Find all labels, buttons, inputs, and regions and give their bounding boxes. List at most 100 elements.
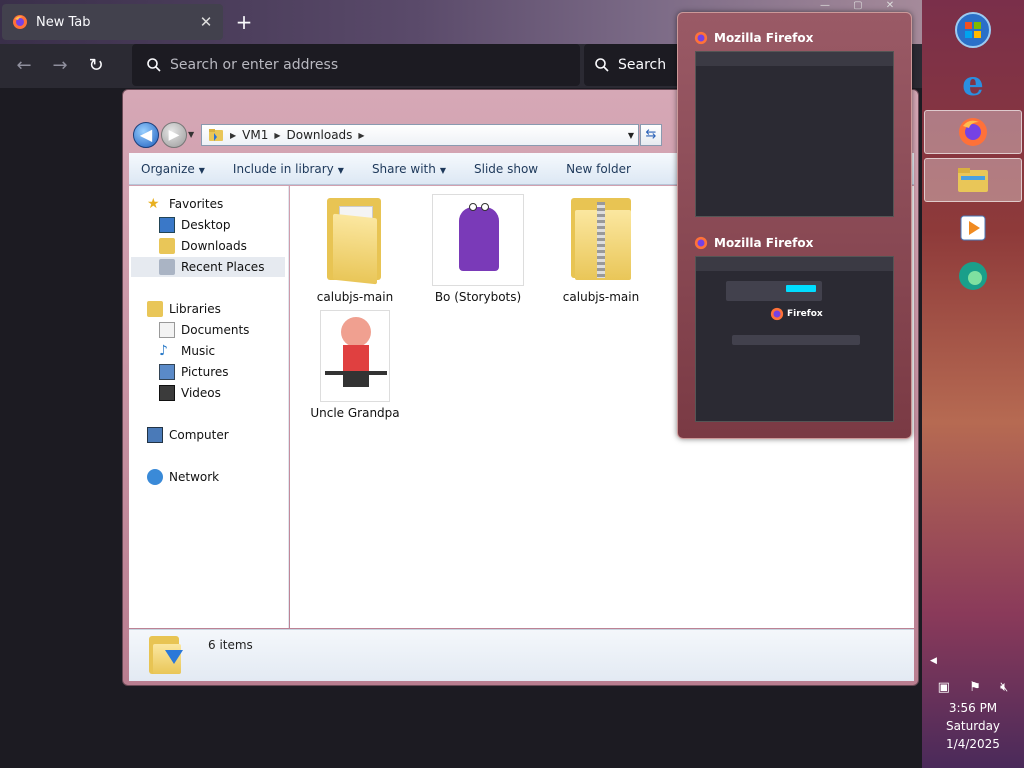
chevron-right-icon[interactable]: ▶	[358, 131, 364, 140]
file-item[interactable]: Uncle Grandpa	[300, 310, 410, 420]
nav-downloads-label: Downloads	[181, 239, 247, 253]
firefox-icon	[694, 236, 708, 250]
nav-network-label: Network	[169, 470, 220, 484]
firefox-brand: Firefox	[770, 307, 823, 321]
image-thumbnail	[320, 310, 390, 402]
navigation-pane: ★ Favorites Desktop Downloads Recent Pla…	[129, 186, 289, 628]
folder-icon	[958, 168, 988, 192]
file-item[interactable]: calubjs-main	[300, 194, 410, 304]
nav-network[interactable]: Network	[147, 467, 219, 487]
zip-folder-icon	[555, 194, 647, 286]
file-name: Bo (Storybots)	[434, 290, 522, 304]
nav-desktop[interactable]: Desktop	[159, 215, 231, 235]
organize-button[interactable]: Organize ▼	[141, 162, 205, 176]
computer-icon	[147, 427, 163, 443]
preview-title-2: Mozilla Firefox	[694, 236, 813, 250]
nav-computer[interactable]: Computer	[147, 425, 229, 445]
clock-day[interactable]: Saturday	[922, 719, 1024, 733]
start-button[interactable]	[924, 8, 1022, 52]
media-player-icon	[960, 215, 986, 241]
chevron-down-icon: ▼	[337, 165, 344, 175]
folder-icon	[209, 129, 223, 141]
network-status-icon[interactable]: ▣	[938, 680, 950, 695]
clock-time[interactable]: 3:56 PM	[922, 701, 1024, 715]
nav-recent-places[interactable]: Recent Places	[131, 257, 285, 277]
windows-orb-icon	[955, 12, 991, 48]
chevron-down-icon[interactable]: ▼	[628, 131, 634, 140]
videos-icon	[159, 385, 175, 401]
forward-button[interactable]: ▶	[161, 122, 187, 148]
chevron-right-icon[interactable]: ▶	[274, 131, 280, 140]
new-tab-button[interactable]: +	[232, 10, 256, 34]
include-in-library-button[interactable]: Include in library ▼	[233, 162, 344, 176]
breadcrumb-vm1[interactable]: VM1	[242, 128, 268, 142]
nav-music[interactable]: ♪ Music	[159, 341, 215, 361]
nav-favorites[interactable]: ★ Favorites	[147, 194, 223, 214]
nav-videos[interactable]: Videos	[159, 383, 221, 403]
recent-pages-icon[interactable]: ▼	[188, 130, 194, 139]
nav-favorites-label: Favorites	[169, 197, 224, 211]
chevron-right-icon[interactable]: ▶	[230, 131, 236, 140]
address-input[interactable]	[170, 57, 570, 73]
new-folder-button[interactable]: New folder	[566, 162, 631, 176]
edge-button[interactable]	[924, 254, 1022, 298]
tab-new-tab[interactable]: New Tab ✕	[2, 4, 223, 40]
edge-icon	[959, 262, 987, 290]
nav-documents[interactable]: Documents	[159, 320, 249, 340]
preview-title-text: Mozilla Firefox	[714, 236, 814, 250]
window-controls[interactable]: — ▢ ✕	[820, 0, 904, 11]
reload-icon[interactable]: ↻	[84, 54, 108, 78]
address-bar[interactable]	[132, 44, 580, 86]
chevron-down-icon: ▼	[198, 165, 205, 175]
file-name: calubjs-main	[562, 290, 640, 304]
downloads-folder-icon	[159, 238, 175, 254]
nav-libraries-label: Libraries	[169, 302, 221, 316]
search-button[interactable]: Search	[584, 44, 684, 86]
action-center-flag-icon[interactable]: ⚑	[969, 680, 981, 695]
refresh-button[interactable]: ⇆	[640, 124, 662, 146]
firefox-icon	[694, 31, 708, 45]
downloads-folder-icon	[147, 636, 185, 676]
firefox-taskbar-button[interactable]	[924, 110, 1022, 154]
window-preview-2[interactable]: Firefox	[695, 256, 894, 422]
clock-date[interactable]: 1/4/2025	[922, 737, 1024, 751]
breadcrumb-downloads[interactable]: Downloads	[287, 128, 353, 142]
firefox-icon	[13, 15, 27, 29]
explorer-address-bar[interactable]: ▶ VM1 ▶ Downloads ▶ ▼	[201, 124, 639, 146]
tray-icons: ▣ ⚑ 🔇︎	[928, 680, 1018, 695]
libraries-icon	[147, 301, 163, 317]
nav-downloads[interactable]: Downloads	[159, 236, 247, 256]
nav-computer-label: Computer	[169, 428, 229, 442]
back-arrow-icon[interactable]: ←	[12, 54, 36, 78]
chevron-down-icon: ▼	[439, 165, 446, 175]
share-with-button[interactable]: Share with ▼	[372, 162, 446, 176]
image-thumbnail	[432, 194, 524, 286]
window-preview-1[interactable]	[695, 51, 894, 217]
firefox-brand-text: Firefox	[787, 309, 823, 319]
nav-videos-label: Videos	[181, 386, 221, 400]
preview-title-text: Mozilla Firefox	[714, 31, 814, 45]
nav-desktop-label: Desktop	[181, 218, 231, 232]
nav-libraries[interactable]: Libraries	[147, 299, 221, 319]
volume-muted-icon[interactable]: 🔇︎	[1000, 680, 1008, 695]
desktop-icon	[159, 217, 175, 233]
search-label: Search	[618, 57, 667, 73]
file-item[interactable]: calubjs-main	[546, 194, 656, 304]
include-in-library-label: Include in library	[232, 161, 334, 176]
back-button[interactable]: ◀	[133, 122, 159, 148]
music-icon: ♪	[159, 343, 168, 359]
media-player-button[interactable]	[924, 206, 1022, 250]
internet-explorer-button[interactable]: e	[924, 62, 1022, 106]
firefox-icon	[770, 307, 784, 321]
show-hidden-icons-button[interactable]: ◀	[930, 656, 937, 666]
documents-icon	[159, 322, 175, 338]
close-icon[interactable]: ✕	[195, 13, 217, 31]
file-name: Uncle Grandpa	[310, 406, 400, 420]
recent-places-icon	[159, 259, 175, 275]
forward-arrow-icon[interactable]: →	[48, 54, 72, 78]
file-item[interactable]: Bo (Storybots)	[423, 194, 533, 304]
organize-label: Organize	[141, 161, 195, 176]
nav-pictures[interactable]: Pictures	[159, 362, 229, 382]
slide-show-button[interactable]: Slide show	[474, 162, 538, 176]
explorer-taskbar-button[interactable]	[924, 158, 1022, 202]
